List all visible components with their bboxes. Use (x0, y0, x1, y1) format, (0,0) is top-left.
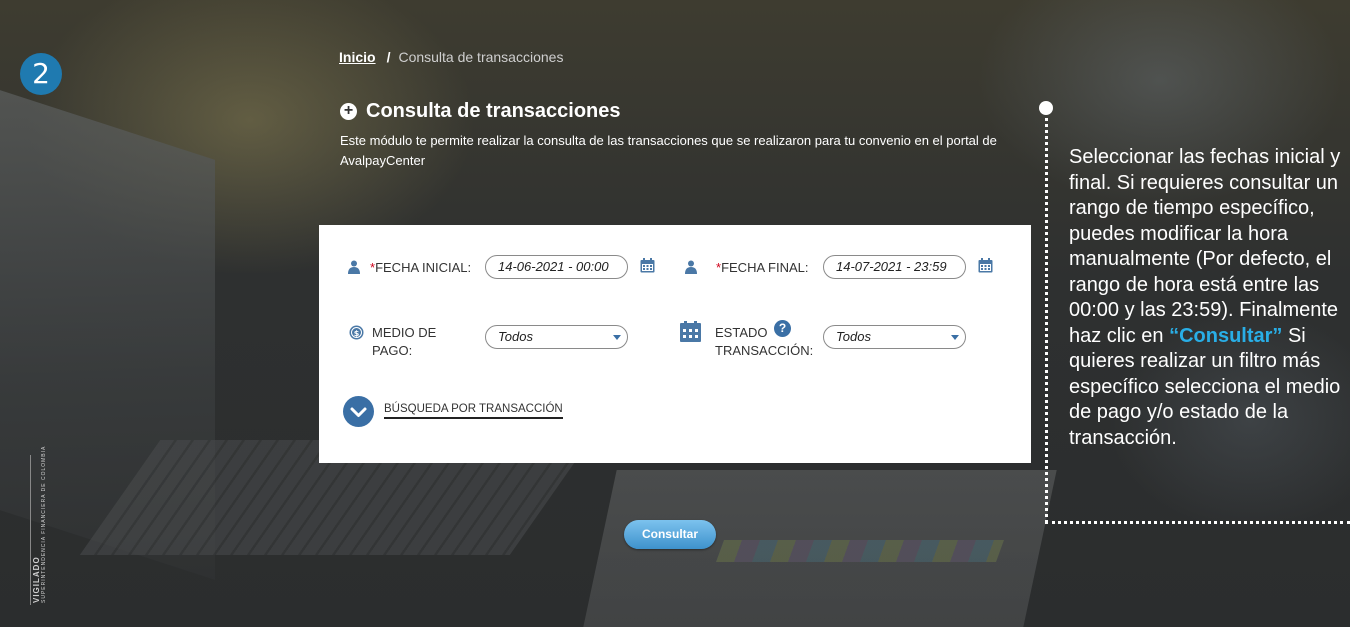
estado-label: ESTADO TRANSACCIÓN: (715, 325, 814, 358)
chevron-down-icon (350, 407, 367, 417)
callout-horizontal-line (1045, 521, 1350, 524)
fecha-inicial-label: *FECHA INICIAL: (370, 260, 472, 275)
calendar-icon[interactable] (640, 258, 655, 273)
breadcrumb-current: Consulta de transacciones (398, 49, 564, 65)
help-icon[interactable]: ? (774, 320, 791, 337)
note-highlight: “Consultar” (1169, 324, 1283, 347)
busqueda-transaccion-link[interactable]: BÚSQUEDA POR TRANSACCIÓN (384, 403, 563, 419)
plus-circle-icon: + (340, 103, 357, 120)
breadcrumb: Inicio / Consulta de transacciones (339, 49, 563, 65)
divider (30, 455, 31, 605)
estado-selected: Todos (836, 329, 871, 344)
chevron-down-icon (951, 335, 959, 340)
medio-pago-label: MEDIO DE PAGO: (372, 325, 437, 358)
breadcrumb-home-link[interactable]: Inicio (339, 49, 376, 65)
fecha-final-label: *FECHA FINAL: (716, 260, 809, 275)
step-number-badge: 2 (20, 53, 62, 95)
user-icon (348, 260, 360, 274)
medio-pago-select[interactable]: Todos (485, 325, 628, 349)
estado-select[interactable]: Todos (823, 325, 966, 349)
coin-icon: $ (349, 325, 364, 340)
user-icon (685, 260, 697, 274)
background-chart-stripes (715, 540, 1005, 562)
page-description: Este módulo te permite realizar la consu… (340, 133, 997, 168)
vigilado-stamp: VIGILADO SUPERINTENDENCIA FINANCIERA DE … (30, 445, 47, 605)
svg-text:$: $ (354, 329, 360, 338)
medio-pago-selected: Todos (498, 329, 533, 344)
calendar-icon[interactable] (978, 258, 993, 273)
instruction-note: Seleccionar las fechas inicial y final. … (1069, 146, 1341, 449)
chevron-down-icon (613, 335, 621, 340)
fecha-inicial-input[interactable]: 14-06-2021 - 00:00 (485, 255, 628, 279)
callout-vertical-line (1045, 118, 1048, 523)
page-title: + Consulta de transacciones (340, 100, 621, 123)
callout-dot (1039, 101, 1053, 115)
expand-search-button[interactable] (343, 396, 374, 427)
consultar-button[interactable]: Consultar (624, 520, 716, 549)
fecha-final-input[interactable]: 14-07-2021 - 23:59 (823, 255, 966, 279)
calendar-grid-icon (680, 321, 701, 342)
page-title-text: Consulta de transacciones (366, 100, 621, 122)
breadcrumb-separator: / (386, 49, 391, 65)
